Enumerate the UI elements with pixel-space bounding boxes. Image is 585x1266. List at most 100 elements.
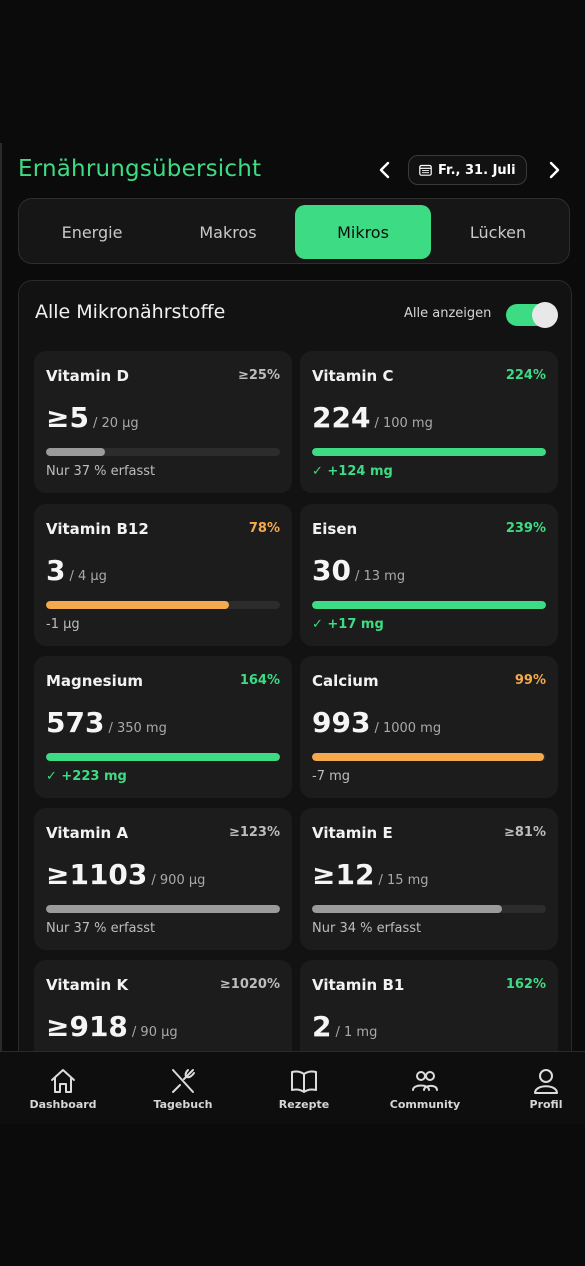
nutrient-note: -1 µg — [46, 617, 80, 632]
nutrient-progress-fill — [312, 905, 502, 913]
nutrient-name: Vitamin B12 — [46, 520, 149, 538]
nutrient-name: Vitamin B1 — [312, 976, 405, 994]
nutrient-name: Vitamin K — [46, 976, 129, 994]
nutrient-value: 573 — [46, 706, 105, 739]
nutrient-name: Vitamin E — [312, 824, 393, 842]
nutrient-target: / 90 µg — [131, 1025, 178, 1040]
nav-dashboard[interactable]: Dashboard — [13, 1066, 113, 1111]
nutrient-value-row: 3/ 4 µg — [46, 554, 107, 587]
nav-label: Dashboard — [29, 1098, 97, 1111]
nutrient-progress-fill — [312, 753, 544, 761]
nav-label: Rezepte — [278, 1098, 330, 1111]
nutrient-value-row: ≥12/ 15 mg — [312, 858, 429, 891]
nutrient-card[interactable]: Vitamin D ≥25% ≥5/ 20 µg Nur 37 % erfasst — [34, 351, 292, 493]
nutrient-percent: ≥1020% — [219, 977, 280, 992]
nutrient-name: Vitamin C — [312, 367, 394, 385]
nutrient-value: ≥12 — [312, 858, 375, 891]
chevron-left-icon — [379, 161, 390, 179]
nutrient-target: / 20 µg — [92, 416, 139, 431]
prev-day-button[interactable] — [373, 152, 397, 188]
nutrient-value: 30 — [312, 554, 351, 587]
nutrient-note: ✓ +124 mg — [312, 464, 393, 479]
nutrient-progress-bar — [46, 905, 280, 913]
show-all-toggle[interactable] — [506, 302, 558, 328]
nutrient-percent: 162% — [505, 977, 546, 992]
nutrient-target: / 1000 mg — [374, 721, 442, 736]
tab-mikros[interactable]: Mikros — [295, 205, 431, 259]
home-icon — [51, 1069, 75, 1093]
nutrient-value-row: ≥918/ 90 µg — [46, 1010, 178, 1043]
nutrient-percent: ≥81% — [503, 825, 546, 840]
nutrient-progress-fill — [312, 448, 546, 456]
nutrient-progress-bar — [312, 601, 546, 609]
nutrient-value-row: ≥5/ 20 µg — [46, 401, 139, 434]
nutrient-card[interactable]: Vitamin E ≥81% ≥12/ 15 mg Nur 34 % erfasst — [300, 808, 558, 950]
nutrient-percent: 239% — [505, 521, 546, 536]
nutrient-value: 224 — [312, 401, 371, 434]
nutrient-name: Eisen — [312, 520, 358, 538]
nav-tagebuch[interactable]: Tagebuch — [133, 1066, 233, 1111]
tab-bar: Energie Makros Mikros Lücken — [18, 198, 570, 264]
nutrient-progress-bar — [46, 448, 280, 456]
nutrient-percent: ≥25% — [237, 368, 280, 383]
nutrient-value: ≥5 — [46, 401, 89, 434]
nutrient-progress-fill — [46, 753, 280, 761]
nutrient-card[interactable]: Vitamin B12 78% 3/ 4 µg -1 µg — [34, 504, 292, 646]
nutrient-card[interactable]: Eisen 239% 30/ 13 mg ✓ +17 mg — [300, 504, 558, 646]
date-picker-button[interactable]: Fr., 31. Juli — [408, 155, 527, 185]
nutrient-progress-fill — [312, 601, 546, 609]
nutrient-progress-fill — [46, 601, 229, 609]
nutrient-percent: 224% — [505, 368, 546, 383]
nav-label: Profil — [529, 1098, 563, 1111]
nutrient-card[interactable]: Magnesium 164% 573/ 350 mg ✓ +223 mg — [34, 656, 292, 798]
bottom-navigation: Dashboard Tagebuch Rezepte Community Pro… — [0, 1051, 585, 1124]
nutrient-target: / 350 mg — [108, 721, 167, 736]
user-icon — [534, 1069, 558, 1094]
nutrient-value-row: 2/ 1 mg — [312, 1010, 377, 1043]
tab-energie[interactable]: Energie — [24, 205, 160, 259]
nutrient-percent: 78% — [248, 521, 280, 536]
nutrient-card[interactable]: Vitamin A ≥123% ≥1103/ 900 µg Nur 37 % erfa… — [34, 808, 292, 950]
calendar-icon — [419, 164, 432, 176]
nutrient-target: / 4 µg — [69, 569, 107, 584]
nav-label: Tagebuch — [153, 1098, 213, 1111]
micronutrients-panel: Alle Mikronährstoffe Alle anzeigen Vitam… — [18, 280, 572, 1070]
chevron-right-icon — [549, 161, 560, 179]
page-header: Ernährungsübersicht Fr., 31. Juli — [18, 150, 568, 192]
users-icon — [412, 1071, 438, 1091]
nutrient-name: Magnesium — [46, 672, 144, 690]
nutrient-percent: ≥123% — [228, 825, 280, 840]
nutrient-target: / 900 µg — [151, 873, 206, 888]
next-day-button[interactable] — [542, 152, 566, 188]
nutrient-progress-bar — [312, 753, 546, 761]
nav-rezepte[interactable]: Rezepte — [254, 1066, 354, 1111]
nav-label: Community — [389, 1098, 461, 1111]
nutrient-value-row: 224/ 100 mg — [312, 401, 433, 434]
nutrient-card[interactable]: Calcium 99% 993/ 1000 mg -7 mg — [300, 656, 558, 798]
tab-luecken[interactable]: Lücken — [430, 205, 566, 259]
nutrient-value: 993 — [312, 706, 371, 739]
nutrient-progress-bar — [46, 753, 280, 761]
nutrient-card[interactable]: Vitamin C 224% 224/ 100 mg ✓ +124 mg — [300, 351, 558, 493]
utensils-icon — [172, 1069, 195, 1093]
nutrient-value-row: ≥1103/ 900 µg — [46, 858, 205, 891]
show-all-label: Alle anzeigen — [404, 306, 492, 321]
nutrient-name: Vitamin A — [46, 824, 129, 842]
nutrient-target: / 13 mg — [354, 569, 406, 584]
nutrient-note: Nur 34 % erfasst — [312, 921, 422, 936]
nutrient-value-row: 993/ 1000 mg — [312, 706, 441, 739]
tab-makros[interactable]: Makros — [160, 205, 296, 259]
book-icon — [291, 1070, 317, 1093]
nutrient-progress-fill — [46, 905, 280, 913]
nutrient-target: / 100 mg — [374, 416, 433, 431]
nutrient-percent: 164% — [239, 673, 280, 688]
nav-profil[interactable]: Profil — [496, 1066, 585, 1111]
nutrient-progress-fill — [46, 448, 105, 456]
date-label: Fr., 31. Juli — [438, 162, 516, 178]
panel-title: Alle Mikronährstoffe — [35, 301, 226, 323]
nav-community[interactable]: Community — [375, 1066, 475, 1111]
left-divider — [0, 143, 2, 1123]
nutrient-value: 3 — [46, 554, 66, 587]
nutrient-value: ≥918 — [46, 1010, 128, 1043]
nutrient-name: Vitamin D — [46, 367, 129, 385]
